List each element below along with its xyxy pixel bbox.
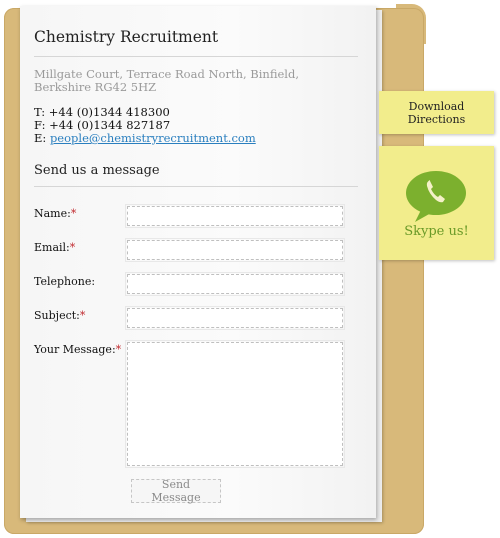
email-label: Email:* [34,241,75,254]
title-divider [34,56,358,57]
message-label: Your Message:* [34,343,121,356]
phone-speech-bubble-icon [406,171,466,222]
download-directions-note[interactable]: Download Directions [379,91,494,134]
message-textarea[interactable] [125,340,345,468]
download-line-2: Directions [407,112,466,126]
required-marker: * [115,343,122,356]
download-directions-label: Download Directions [408,100,466,126]
message-label-text: Your Message: [34,343,116,356]
skype-us-label: Skype us! [404,224,469,239]
subject-label: Subject:* [34,309,85,322]
telephone-input[interactable] [125,272,345,296]
required-marker: * [69,241,76,254]
send-message-button[interactable]: Send Message [131,478,221,504]
contact-details: T: +44 (0)1344 418300 F: +44 (0)1344 827… [34,106,256,145]
email-label-text: Email: [34,241,70,254]
subject-label-text: Subject: [34,309,80,322]
name-label-text: Name: [34,207,71,220]
company-title: Chemistry Recruitment [34,28,219,46]
form-divider [34,186,358,187]
telephone-label: Telephone: [34,275,96,288]
subject-input[interactable] [125,306,345,330]
form-heading: Send us a message [34,163,160,178]
address-line-2: Berkshire RG42 5HZ [34,80,157,94]
download-line-1: Download [408,99,465,113]
email-input[interactable] [125,238,345,262]
name-label: Name:* [34,207,76,220]
email-prefix: E: [34,131,50,145]
name-input[interactable] [125,204,345,228]
company-address: Millgate Court, Terrace Road North, Binf… [34,68,334,94]
required-marker: * [79,309,86,322]
email-line: E: people@chemistryrecruitment.com [34,132,256,145]
email-link[interactable]: people@chemistryrecruitment.com [50,131,256,145]
skype-us-note[interactable]: Skype us! [379,146,494,260]
required-marker: * [70,207,77,220]
